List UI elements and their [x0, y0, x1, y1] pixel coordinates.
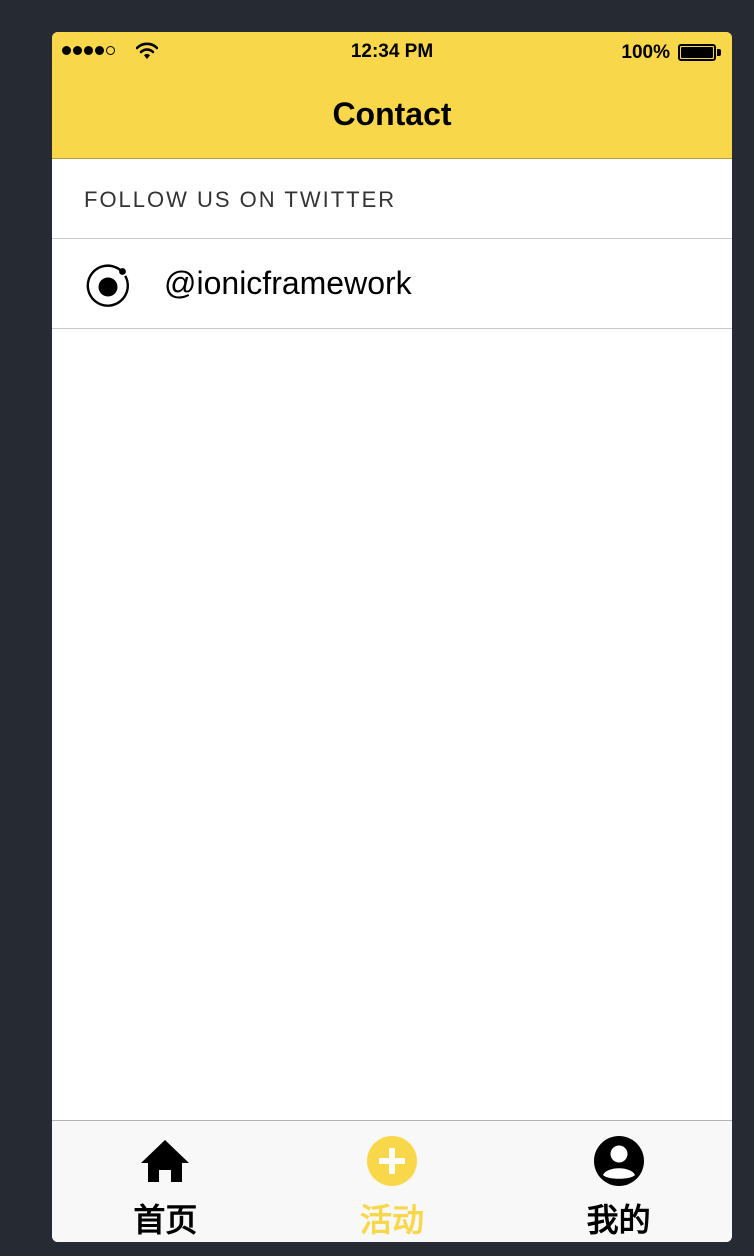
page-title: Contact [332, 96, 452, 132]
tab-home-label: 首页 [133, 1201, 198, 1239]
tab-activity[interactable]: 活动 [279, 1121, 506, 1242]
list-item-twitter[interactable]: @ionicframework [52, 239, 732, 329]
battery-icon [678, 44, 716, 61]
ionic-logo-icon [86, 264, 129, 307]
battery-percentage: 100% [621, 42, 670, 63]
tab-profile[interactable]: 我的 [505, 1121, 732, 1242]
add-circle-icon [367, 1136, 417, 1186]
person-circle-icon [593, 1136, 644, 1186]
battery-tip [717, 49, 721, 56]
status-bar: 12:34 PM 100% [52, 32, 732, 74]
section-header: FOLLOW US ON TWITTER [52, 159, 732, 239]
header-bar: 12:34 PM 100% Contact [52, 32, 732, 159]
home-icon [141, 1140, 190, 1182]
phone-screen: 12:34 PM 100% Contact FOLLOW US ON TWITT… [52, 32, 732, 1242]
tab-activity-label: 活动 [360, 1201, 425, 1239]
section-header-label: FOLLOW US ON TWITTER [84, 187, 397, 212]
tab-home[interactable]: 首页 [52, 1121, 279, 1242]
tab-bar: 首页 活动 我的 [52, 1120, 732, 1242]
list-item-label: @ionicframework [164, 265, 412, 301]
tab-profile-label: 我的 [586, 1201, 651, 1239]
